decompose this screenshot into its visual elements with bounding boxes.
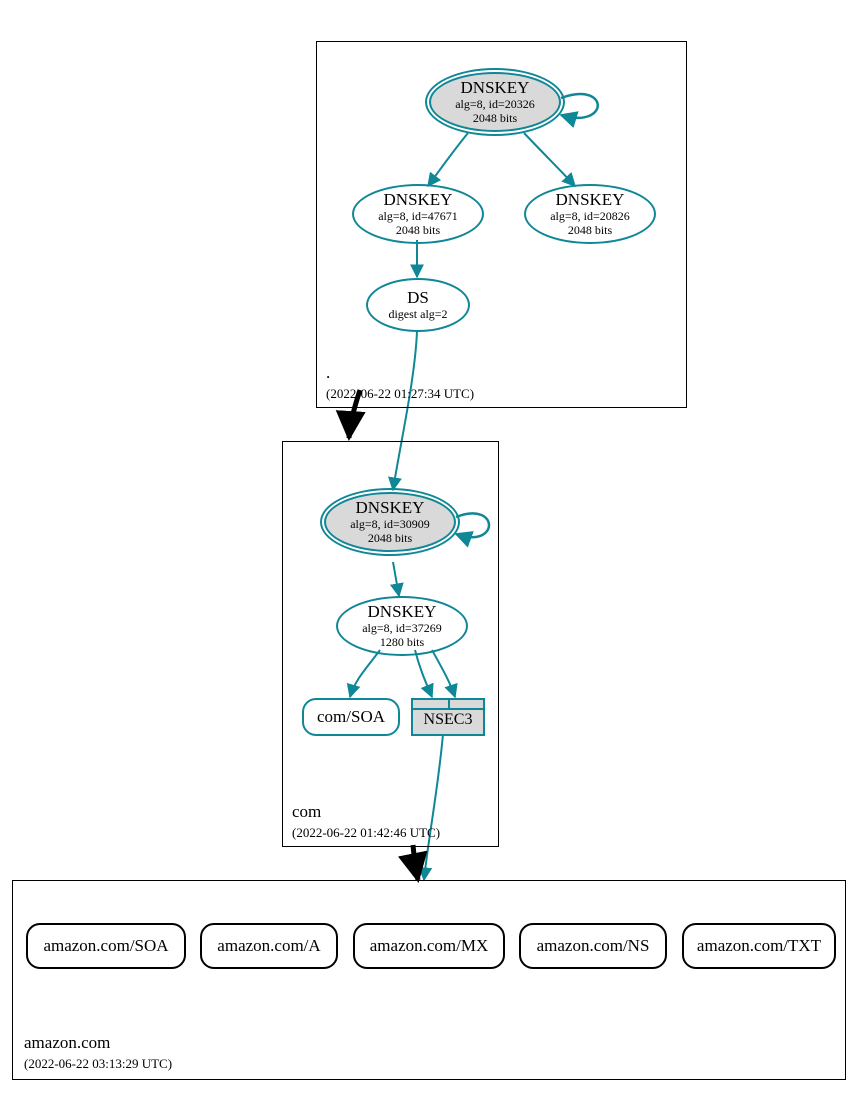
amazon-zone-name: amazon.com bbox=[24, 1033, 110, 1052]
ds-sub: digest alg=2 bbox=[388, 308, 447, 322]
dnskey-alg: alg=8, id=30909 bbox=[350, 518, 430, 532]
root-ds-node: DS digest alg=2 bbox=[366, 278, 470, 332]
com-zone-label: com (2022-06-22 01:42:46 UTC) bbox=[292, 802, 440, 843]
record-label: amazon.com/MX bbox=[370, 936, 489, 956]
root-zone-timestamp: (2022-06-22 01:27:34 UTC) bbox=[326, 386, 474, 401]
root-ksk-node: DNSKEY alg=8, id=20326 2048 bits bbox=[429, 72, 561, 132]
com-soa-label: com/SOA bbox=[317, 707, 385, 727]
amazon-mx-record: amazon.com/MX bbox=[353, 923, 505, 969]
nsec3-label: NSEC3 bbox=[413, 708, 483, 732]
record-label: amazon.com/NS bbox=[537, 936, 650, 956]
root-zone-name: . bbox=[326, 363, 330, 382]
root-zone-label: . (2022-06-22 01:27:34 UTC) bbox=[326, 363, 474, 404]
dnskey-title: DNSKEY bbox=[384, 190, 453, 210]
dnskey-bits: 2048 bits bbox=[368, 532, 412, 546]
record-label: amazon.com/SOA bbox=[43, 936, 168, 956]
com-ksk-node: DNSKEY alg=8, id=30909 2048 bits bbox=[324, 492, 456, 552]
record-label: amazon.com/A bbox=[217, 936, 320, 956]
root-zsk2-node: DNSKEY alg=8, id=20826 2048 bits bbox=[524, 184, 656, 244]
dnskey-bits: 1280 bits bbox=[380, 636, 424, 650]
com-soa-node: com/SOA bbox=[302, 698, 400, 736]
amazon-zone-label: amazon.com (2022-06-22 03:13:29 UTC) bbox=[24, 1033, 172, 1074]
dnskey-alg: alg=8, id=37269 bbox=[362, 622, 442, 636]
dnskey-title: DNSKEY bbox=[461, 78, 530, 98]
com-nsec3-node: NSEC3 bbox=[411, 698, 485, 736]
dnskey-title: DNSKEY bbox=[368, 602, 437, 622]
dnskey-title: DNSKEY bbox=[556, 190, 625, 210]
amazon-ns-record: amazon.com/NS bbox=[519, 923, 667, 969]
dnskey-alg: alg=8, id=20826 bbox=[550, 210, 630, 224]
dnskey-title: DNSKEY bbox=[356, 498, 425, 518]
amazon-zone-timestamp: (2022-06-22 03:13:29 UTC) bbox=[24, 1056, 172, 1071]
record-label: amazon.com/TXT bbox=[697, 936, 821, 956]
com-zone-timestamp: (2022-06-22 01:42:46 UTC) bbox=[292, 825, 440, 840]
root-zsk1-node: DNSKEY alg=8, id=47671 2048 bits bbox=[352, 184, 484, 244]
com-zone-name: com bbox=[292, 802, 321, 821]
com-zsk-node: DNSKEY alg=8, id=37269 1280 bits bbox=[336, 596, 468, 656]
ds-title: DS bbox=[407, 288, 429, 308]
dnskey-alg: alg=8, id=47671 bbox=[378, 210, 458, 224]
dnskey-bits: 2048 bits bbox=[473, 112, 517, 126]
dnskey-bits: 2048 bits bbox=[396, 224, 440, 238]
amazon-a-record: amazon.com/A bbox=[200, 923, 338, 969]
amazon-soa-record: amazon.com/SOA bbox=[26, 923, 186, 969]
amazon-txt-record: amazon.com/TXT bbox=[682, 923, 836, 969]
dnskey-bits: 2048 bits bbox=[568, 224, 612, 238]
dnskey-alg: alg=8, id=20326 bbox=[455, 98, 535, 112]
